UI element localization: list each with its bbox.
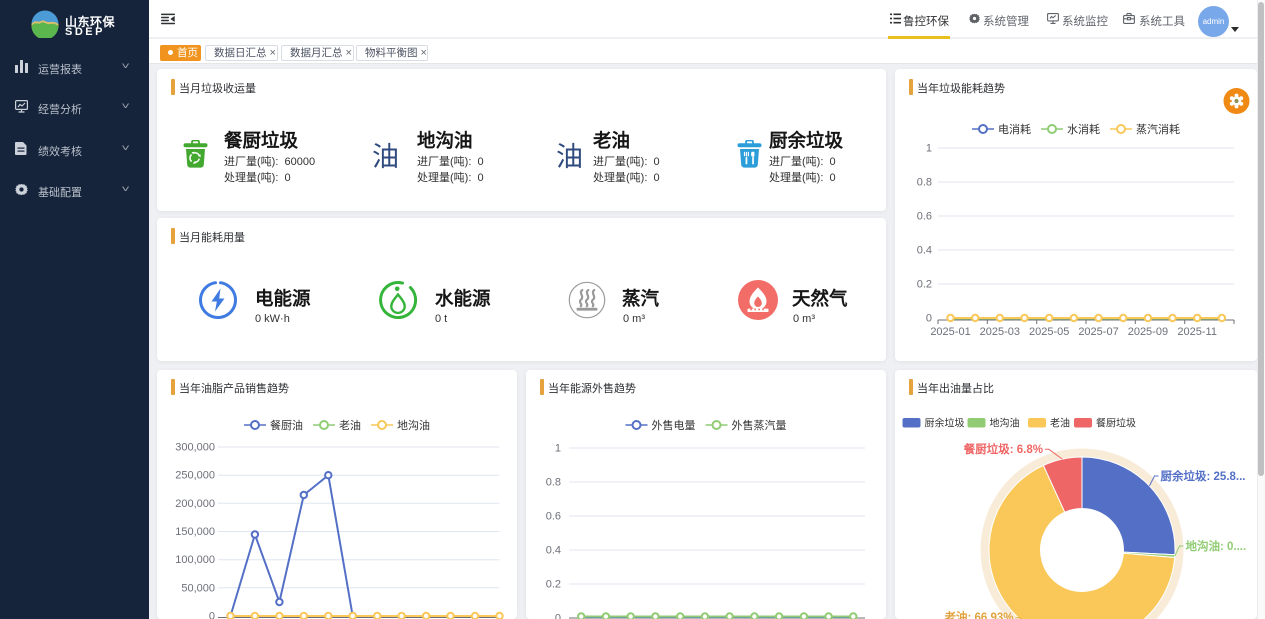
- svg-text:2025-05: 2025-05: [1029, 326, 1069, 338]
- svg-text:0.8: 0.8: [917, 177, 932, 189]
- svg-text:150,000: 150,000: [175, 526, 215, 538]
- svg-text:50,000: 50,000: [181, 582, 215, 594]
- svg-text:0.2: 0.2: [546, 579, 561, 591]
- svg-text:0: 0: [209, 611, 215, 619]
- svg-text:2025-09: 2025-09: [1128, 326, 1168, 338]
- svg-text:外售电量: 外售电量: [652, 418, 696, 432]
- svg-text:0.4: 0.4: [917, 245, 932, 257]
- svg-text:餐厨垃圾: 6.8%: 餐厨垃圾: 6.8%: [963, 442, 1043, 456]
- svg-text:0: 0: [926, 313, 932, 325]
- svg-text:0.6: 0.6: [546, 511, 561, 523]
- svg-text:老油: 老油: [1050, 417, 1070, 430]
- svg-text:水消耗: 水消耗: [1067, 122, 1100, 136]
- svg-text:0.8: 0.8: [546, 477, 561, 489]
- svg-text:300,000: 300,000: [175, 442, 215, 454]
- svg-text:2025-11: 2025-11: [1177, 326, 1217, 338]
- svg-text:地沟油: 地沟油: [397, 418, 430, 432]
- svg-text:蒸汽消耗: 蒸汽消耗: [1136, 122, 1180, 136]
- svg-text:老油: 66.93%: 老油: 66.93%: [943, 610, 1013, 619]
- svg-text:1: 1: [926, 143, 932, 155]
- svg-text:250,000: 250,000: [175, 470, 215, 482]
- svg-text:100,000: 100,000: [175, 554, 215, 566]
- svg-text:2025-07: 2025-07: [1078, 326, 1118, 338]
- svg-text:外售蒸汽量: 外售蒸汽量: [732, 418, 787, 432]
- svg-text:2025-01: 2025-01: [930, 326, 970, 338]
- svg-text:厨余垃圾: 厨余垃圾: [925, 417, 965, 430]
- svg-text:0.6: 0.6: [917, 211, 932, 223]
- svg-text:1: 1: [555, 443, 561, 455]
- svg-text:0: 0: [555, 613, 561, 619]
- svg-text:餐厨垃圾: 餐厨垃圾: [1096, 417, 1136, 430]
- svg-text:200,000: 200,000: [175, 498, 215, 510]
- svg-text:地沟油: 地沟油: [990, 417, 1020, 430]
- svg-text:0.4: 0.4: [546, 545, 561, 557]
- svg-text:2025-03: 2025-03: [980, 326, 1020, 338]
- svg-text:电消耗: 电消耗: [998, 122, 1031, 136]
- svg-text:0.2: 0.2: [917, 279, 932, 291]
- svg-text:老油: 老油: [339, 418, 361, 432]
- svg-text:地沟油: 0....: 地沟油: 0....: [1186, 539, 1247, 553]
- svg-text:餐厨油: 餐厨油: [270, 418, 303, 432]
- svg-text:厨余垃圾: 25.8...: 厨余垃圾: 25.8...: [1161, 469, 1246, 483]
